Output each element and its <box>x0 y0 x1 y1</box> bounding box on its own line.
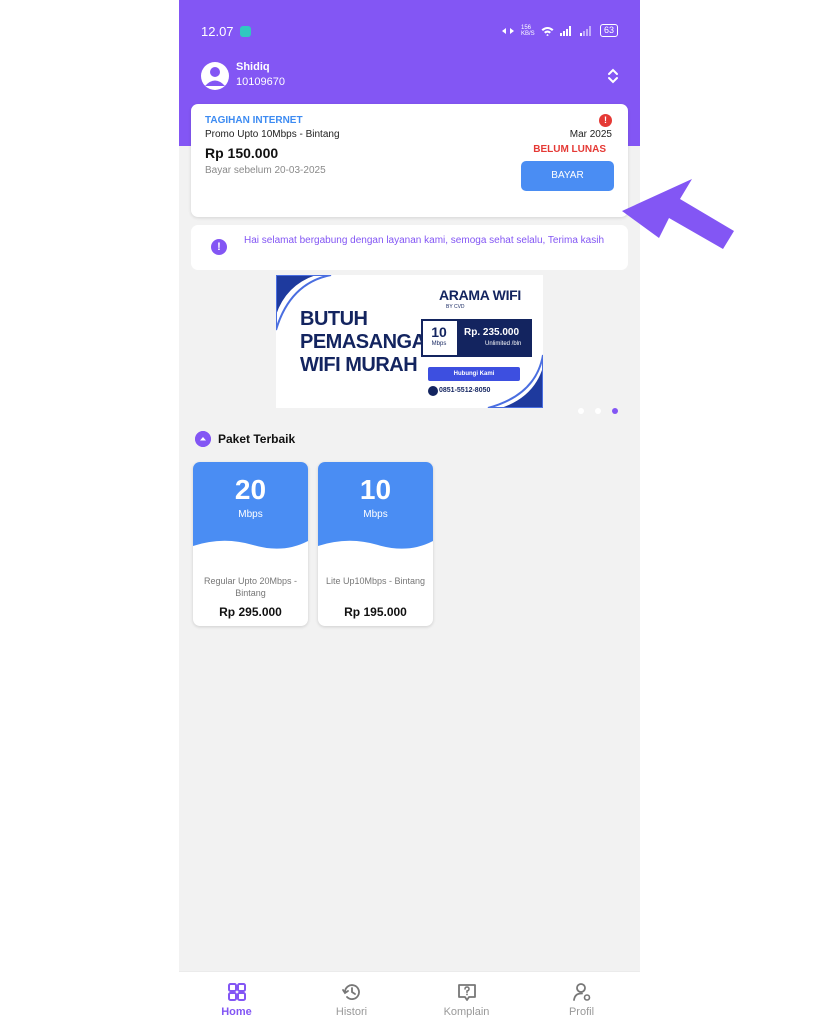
nav-histori[interactable]: Histori <box>294 972 409 1024</box>
bill-card: TAGIHAN INTERNET Promo Upto 10Mbps - Bin… <box>191 104 628 217</box>
carousel-dot[interactable] <box>578 408 584 414</box>
user-name: Shidiq <box>236 61 270 73</box>
carousel-indicator <box>578 408 618 414</box>
banner-headline-line-2: PEMASANGAN <box>300 331 440 353</box>
banner-headline-line-3: WIFI MURAH <box>300 354 418 376</box>
signal-2-icon <box>579 25 591 36</box>
user-avatar-icon <box>205 67 225 86</box>
battery-icon: 63 <box>599 24 618 37</box>
package-card[interactable]: 20 Mbps Regular Upto 20Mbps - Bintang Rp… <box>193 462 308 626</box>
wifi-icon <box>541 26 554 36</box>
avatar <box>201 62 229 90</box>
package-unit: Mbps <box>238 509 263 520</box>
package-speed: 20 <box>234 474 267 505</box>
welcome-notice: ! Hai selamat bergabung dengan layanan k… <box>191 225 628 270</box>
alert-icon: ! <box>599 114 612 127</box>
banner-contact-button: Hubungi Kami <box>428 367 520 381</box>
carousel-dot-active[interactable] <box>612 408 618 414</box>
bill-status: BELUM LUNAS <box>533 144 606 155</box>
chevron-up-circle-icon <box>195 431 211 447</box>
package-price: Rp 295.000 <box>219 605 282 619</box>
profile-icon <box>573 983 591 1001</box>
nav-label: Profil <box>568 1006 595 1018</box>
banner-speed: 10 <box>431 324 447 340</box>
app-screen: 12.07 156 KB/S 63 Shidiq 10109670 TAGIHA… <box>179 0 640 1024</box>
bottom-nav: Home Histori Komplain Profil <box>179 971 640 1024</box>
status-icons: 156 KB/S 63 <box>501 24 618 37</box>
banner-headline: BUTUH PEMASANGAN WIFI MURAH <box>300 308 440 377</box>
bill-period: Mar 2025 <box>569 129 612 140</box>
chevron-up-down-icon[interactable] <box>605 66 621 86</box>
package-card[interactable]: 10 Mbps Lite Up10Mbps - Bintang Rp 195.0… <box>318 462 433 626</box>
account-switcher[interactable]: Shidiq 10109670 <box>201 60 621 94</box>
nav-label: Komplain <box>443 1006 490 1018</box>
package-name: Regular Upto 20Mbps - Bintang <box>203 576 298 598</box>
bill-title: TAGIHAN INTERNET <box>205 115 303 126</box>
nav-home[interactable]: Home <box>179 972 294 1024</box>
status-time: 12.07 <box>201 24 234 39</box>
bill-amount: Rp 150.000 <box>205 145 279 161</box>
promo-banner[interactable]: BUTUH PEMASANGAN WIFI MURAH ARAMA WIFI B… <box>276 275 543 408</box>
bill-due-date: Bayar sebelum 20-03-2025 <box>205 165 326 176</box>
banner-brand: ARAMA WIFI <box>439 287 522 303</box>
banner-phone: 0851-5512-8050 <box>439 387 491 394</box>
complaint-icon <box>458 984 476 1001</box>
section-title: Paket Terbaik <box>218 432 296 446</box>
status-bar: 12.07 156 KB/S 63 <box>179 0 640 62</box>
banner-price-sub: Unlimited /bln <box>485 341 522 347</box>
grid-icon <box>228 983 246 1001</box>
package-speed: 10 <box>359 474 392 505</box>
banner-price-panel: Rp. 235.000 Unlimited /bln <box>457 319 532 357</box>
pointer-arrow-icon <box>622 179 734 249</box>
carousel-dot[interactable] <box>595 408 601 414</box>
network-speed-icon <box>501 27 514 34</box>
bill-plan: Promo Upto 10Mbps - Bintang <box>205 129 340 140</box>
banner-speed-unit: Mbps <box>431 341 447 347</box>
banner-headline-line-1: BUTUH <box>300 308 368 330</box>
notice-text: Hai selamat bergabung dengan layanan kam… <box>244 235 605 246</box>
user-id: 10109670 <box>236 76 285 88</box>
notification-app-icon <box>240 26 251 37</box>
package-price: Rp 195.000 <box>344 605 407 619</box>
package-unit: Mbps <box>363 509 388 520</box>
signal-icon <box>559 25 571 36</box>
banner-price: Rp. 235.000 <box>464 327 520 338</box>
banner-price-box: 10 Mbps Rp. 235.000 Unlimited /bln <box>421 319 532 357</box>
history-icon <box>342 984 360 1000</box>
nav-label: Home <box>221 1006 252 1018</box>
nav-label: Histori <box>335 1006 368 1018</box>
nav-komplain[interactable]: Komplain <box>409 972 524 1024</box>
pay-button[interactable]: BAYAR <box>521 161 614 191</box>
nav-profil[interactable]: Profil <box>524 972 639 1024</box>
phone-icon <box>428 386 438 396</box>
network-speed: 156 KB/S <box>520 24 535 37</box>
package-name: Lite Up10Mbps - Bintang <box>325 576 426 586</box>
banner-brand-sub: BY CVD <box>446 304 465 310</box>
info-icon: ! <box>211 239 227 255</box>
